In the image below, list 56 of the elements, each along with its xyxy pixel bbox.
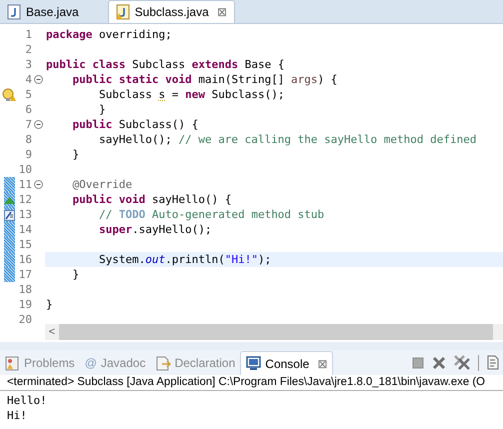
line-number: 1 [24,27,32,42]
at-sign-icon: @ [84,354,97,372]
code-line: public Subclass() { [71,117,198,132]
close-icon[interactable]: ⊠ [317,354,328,372]
code-line: super.sayHello(); [98,222,212,237]
line-number: 4 [24,72,32,87]
console-process-label: <terminated> Subclass [Java Application] C:\Program Files\Java\jre1.8.0_181\bin\javaw.exe (O [0,375,503,391]
code-line: } [98,102,106,117]
java-file-icon [7,4,21,20]
code-line: sayHello(); // we are calling the sayHello method defined [98,132,476,147]
scrollbar-corner [493,324,503,340]
line-number: 12 [18,192,32,207]
code-line: Subclass s = new Subclass(); [98,87,284,102]
code-line: // TODO Auto-generated method stub [98,207,324,222]
line-number: 17 [18,267,32,282]
code-line: @Override [71,177,132,192]
line-number: 9 [24,147,32,162]
horizontal-scrollbar[interactable]: < [45,324,493,340]
console-output-line: Hi! [7,408,28,423]
view-tab[interactable]: Console ⊠ [240,351,334,375]
collapse-icon[interactable] [34,180,43,189]
line-number: 7 [24,117,32,132]
code-line: package overriding; [46,27,172,42]
stop-icon[interactable] [412,356,424,368]
code-line: System.out.println("Hi!"); [98,252,272,267]
line-number: 14 [18,222,32,237]
declaration-icon [156,356,171,370]
line-number: 10 [18,162,32,177]
close-icon[interactable]: ⊠ [216,3,227,21]
line-number: 16 [18,252,32,267]
collapse-icon[interactable] [34,120,43,129]
line-number: 8 [24,132,32,147]
code-line: public static void main(String[] args) { [71,72,338,87]
monitor-icon [246,356,262,371]
editor-tab[interactable]: Subclass.java ⊠ [108,0,235,23]
line-number: 2 [24,42,32,57]
console-output-line: Hello! [7,393,48,408]
line-number: 19 [18,297,32,312]
line-number: 13 [18,207,32,222]
problems-icon [5,356,20,370]
line-number: 15 [18,237,32,252]
line-number: 18 [18,282,32,297]
line-number: 3 [24,57,32,72]
line-number: 11 [18,177,32,192]
collapse-icon[interactable] [34,75,43,84]
code-line: public class Subclass extends Base { [46,57,284,72]
code-line: public void sayHello() { [71,192,232,207]
line-number: 6 [24,102,32,117]
remove-all-icon[interactable] [454,355,470,370]
line-number: 20 [18,312,32,327]
code-line: } [71,267,80,282]
code-line: } [71,147,80,162]
document-icon[interactable] [487,355,501,370]
line-number: 5 [24,87,32,102]
code-line: } [46,297,53,312]
remove-icon[interactable] [432,356,446,370]
